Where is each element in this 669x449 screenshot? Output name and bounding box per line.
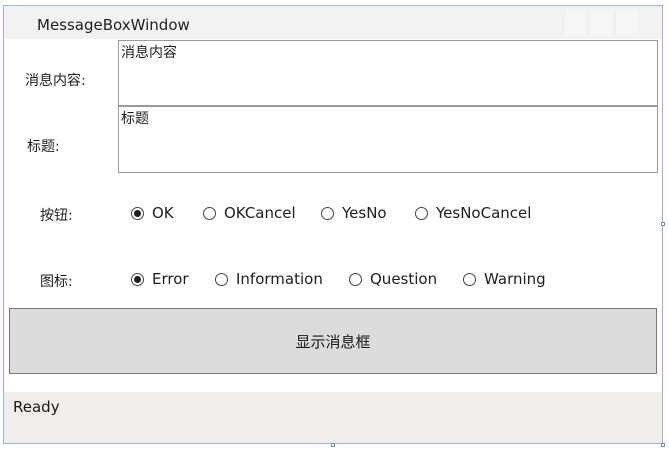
message-box-window: MessageBoxWindow 消息内容: 消息内容 标题: 标题 按钮: O… — [3, 5, 663, 444]
close-button[interactable] — [615, 10, 638, 36]
window-title: MessageBoxWindow — [37, 16, 190, 34]
show-message-box-button[interactable]: 显示消息框 — [9, 308, 657, 374]
title-label: 标题: — [27, 139, 60, 155]
radio-indicator[interactable] — [131, 272, 144, 286]
resize-handle-corner[interactable] — [661, 443, 665, 447]
title-textbox[interactable]: 标题 — [118, 106, 658, 173]
radio-information[interactable]: Information — [215, 270, 323, 288]
radio-indicator[interactable] — [415, 206, 428, 220]
content-label: 消息内容: — [25, 73, 86, 89]
radio-yesno[interactable]: YesNo — [321, 204, 387, 222]
icon-label: 图标: — [40, 274, 73, 290]
radio-yesnocancel[interactable]: YesNoCancel — [415, 204, 531, 222]
radio-indicator[interactable] — [321, 206, 334, 220]
radio-indicator[interactable] — [215, 272, 228, 286]
content-textbox[interactable]: 消息内容 — [118, 40, 658, 106]
radio-indicator[interactable] — [203, 206, 216, 220]
maximize-button[interactable] — [589, 10, 612, 36]
status-text: Ready — [13, 398, 60, 416]
radio-warning[interactable]: Warning — [463, 270, 546, 288]
minimize-button[interactable] — [563, 10, 586, 36]
radio-indicator[interactable] — [349, 272, 362, 286]
radio-indicator[interactable] — [131, 206, 144, 220]
radio-error[interactable]: Error — [131, 270, 189, 288]
radio-okcancel[interactable]: OKCancel — [203, 204, 296, 222]
buttons-label: 按钮: — [40, 208, 73, 224]
radio-ok[interactable]: OK — [131, 204, 174, 222]
title-bar[interactable]: MessageBoxWindow — [4, 6, 662, 39]
radio-indicator[interactable] — [463, 272, 476, 286]
resize-handle-right[interactable] — [661, 222, 665, 226]
radio-question[interactable]: Question — [349, 270, 437, 288]
resize-handle-bottom[interactable] — [331, 443, 335, 447]
